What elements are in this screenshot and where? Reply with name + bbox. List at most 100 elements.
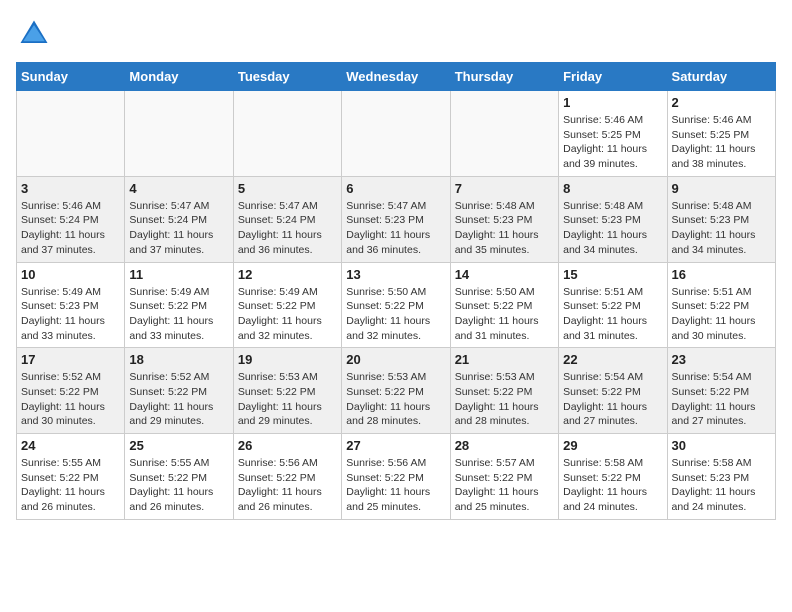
day-info: Sunrise: 5:51 AM Sunset: 5:22 PM Dayligh… [563, 285, 662, 344]
day-number: 17 [21, 352, 120, 367]
day-number: 23 [672, 352, 771, 367]
day-info: Sunrise: 5:47 AM Sunset: 5:24 PM Dayligh… [238, 199, 337, 258]
calendar-cell: 9Sunrise: 5:48 AM Sunset: 5:23 PM Daylig… [667, 176, 775, 262]
day-info: Sunrise: 5:57 AM Sunset: 5:22 PM Dayligh… [455, 456, 554, 515]
day-info: Sunrise: 5:48 AM Sunset: 5:23 PM Dayligh… [455, 199, 554, 258]
day-info: Sunrise: 5:53 AM Sunset: 5:22 PM Dayligh… [238, 370, 337, 429]
day-info: Sunrise: 5:50 AM Sunset: 5:22 PM Dayligh… [346, 285, 445, 344]
calendar-cell [342, 91, 450, 177]
calendar-cell: 10 Sunrise: 5:49 AM Sunset: 5:23 PM Dayli… [17, 262, 125, 348]
calendar-cell [233, 91, 341, 177]
day-info: Sunrise: 5:49 AM Sunset: 5:23 PM Dayligh… [21, 285, 120, 344]
day-info: Sunrise: 5:47 AM Sunset: 5:23 PM Dayligh… [346, 199, 445, 258]
day-info: Sunrise: 5:48 AM Sunset: 5:23 PM Dayligh… [563, 199, 662, 258]
calendar-cell: 15Sunrise: 5:51 AM Sunset: 5:22 PM Dayli… [559, 262, 667, 348]
weekday-header-tuesday: Tuesday [233, 63, 341, 91]
day-info: Sunrise: 5:55 AM Sunset: 5:22 PM Dayligh… [21, 456, 120, 515]
day-number: 19 [238, 352, 337, 367]
day-info: Sunrise: 5:49 AM Sunset: 5:22 PM Dayligh… [238, 285, 337, 344]
day-info: Sunrise: 5:46 AM Sunset: 5:25 PM Dayligh… [563, 113, 662, 172]
day-number: 5 [238, 181, 337, 196]
day-info: Sunrise: 5:53 AM Sunset: 5:22 PM Dayligh… [346, 370, 445, 429]
day-number: 27 [346, 438, 445, 453]
calendar-cell: 3 Sunrise: 5:46 AM Sunset: 5:24 PM Daylig… [17, 176, 125, 262]
day-info: Sunrise: 5:58 AM Sunset: 5:22 PM Dayligh… [563, 456, 662, 515]
day-info: Sunrise: 5:47 AM Sunset: 5:24 PM Dayligh… [129, 199, 228, 258]
day-number: 20 [346, 352, 445, 367]
day-number: 7 [455, 181, 554, 196]
calendar-cell: 5 Sunrise: 5:47 AM Sunset: 5:24 PM Daylig… [233, 176, 341, 262]
weekday-header-wednesday: Wednesday [342, 63, 450, 91]
day-info: Sunrise: 5:54 AM Sunset: 5:22 PM Dayligh… [672, 370, 771, 429]
calendar-cell: 25Sunrise: 5:55 AM Sunset: 5:22 PM Dayli… [125, 434, 233, 520]
header [16, 16, 776, 52]
day-number: 30 [672, 438, 771, 453]
calendar-cell: 27Sunrise: 5:56 AM Sunset: 5:22 PM Dayli… [342, 434, 450, 520]
day-number: 24 [21, 438, 120, 453]
calendar-cell: 1 Sunrise: 5:46 AM Sunset: 5:25 PM Daylig… [559, 91, 667, 177]
day-number: 4 [129, 181, 228, 196]
calendar-cell: 23 Sunrise: 5:54 AM Sunset: 5:22 PM Dayli… [667, 348, 775, 434]
calendar-cell: 14 Sunrise: 5:50 AM Sunset: 5:22 PM Dayli… [450, 262, 558, 348]
week-row-5: 24 Sunrise: 5:55 AM Sunset: 5:22 PM Dayli… [17, 434, 776, 520]
calendar-cell [450, 91, 558, 177]
day-info: Sunrise: 5:52 AM Sunset: 5:22 PM Dayligh… [129, 370, 228, 429]
day-number: 6 [346, 181, 445, 196]
day-info: Sunrise: 5:54 AM Sunset: 5:22 PM Dayligh… [563, 370, 662, 429]
day-number: 1 [563, 95, 662, 110]
day-number: 16 [672, 267, 771, 282]
day-info: Sunrise: 5:51 AM Sunset: 5:22 PM Dayligh… [672, 285, 771, 344]
day-info: Sunrise: 5:58 AM Sunset: 5:23 PM Dayligh… [672, 456, 771, 515]
day-info: Sunrise: 5:49 AM Sunset: 5:22 PM Dayligh… [129, 285, 228, 344]
week-row-3: 10 Sunrise: 5:49 AM Sunset: 5:23 PM Dayli… [17, 262, 776, 348]
calendar-cell: 18 Sunrise: 5:52 AM Sunset: 5:22 PM Dayli… [125, 348, 233, 434]
calendar-cell: 11 Sunrise: 5:49 AM Sunset: 5:22 PM Dayli… [125, 262, 233, 348]
day-number: 12 [238, 267, 337, 282]
day-info: Sunrise: 5:46 AM Sunset: 5:25 PM Dayligh… [672, 113, 771, 172]
calendar-cell: 16 Sunrise: 5:51 AM Sunset: 5:22 PM Dayli… [667, 262, 775, 348]
calendar-cell: 21 Sunrise: 5:53 AM Sunset: 5:22 PM Dayli… [450, 348, 558, 434]
day-number: 10 [21, 267, 120, 282]
day-number: 8 [563, 181, 662, 196]
day-number: 3 [21, 181, 120, 196]
calendar-cell: 4 Sunrise: 5:47 AM Sunset: 5:24 PM Daylig… [125, 176, 233, 262]
day-info: Sunrise: 5:50 AM Sunset: 5:22 PM Dayligh… [455, 285, 554, 344]
calendar-cell: 8 Sunrise: 5:48 AM Sunset: 5:23 PM Daylig… [559, 176, 667, 262]
weekday-header-friday: Friday [559, 63, 667, 91]
week-row-2: 3 Sunrise: 5:46 AM Sunset: 5:24 PM Daylig… [17, 176, 776, 262]
day-number: 25 [129, 438, 228, 453]
calendar-cell: 19 Sunrise: 5:53 AM Sunset: 5:22 PM Dayli… [233, 348, 341, 434]
day-info: Sunrise: 5:46 AM Sunset: 5:24 PM Dayligh… [21, 199, 120, 258]
day-number: 13 [346, 267, 445, 282]
weekday-header-thursday: Thursday [450, 63, 558, 91]
calendar: SundayMondayTuesdayWednesdayThursdayFrid… [16, 62, 776, 520]
day-info: Sunrise: 5:52 AM Sunset: 5:22 PM Dayligh… [21, 370, 120, 429]
day-number: 11 [129, 267, 228, 282]
day-number: 28 [455, 438, 554, 453]
logo [16, 16, 58, 52]
calendar-cell: 22 Sunrise: 5:54 AM Sunset: 5:22 PM Dayli… [559, 348, 667, 434]
logo-icon [16, 16, 52, 52]
day-number: 21 [455, 352, 554, 367]
calendar-cell: 26Sunrise: 5:56 AM Sunset: 5:22 PM Dayli… [233, 434, 341, 520]
calendar-cell [125, 91, 233, 177]
weekday-header-saturday: Saturday [667, 63, 775, 91]
calendar-cell: 29 Sunrise: 5:58 AM Sunset: 5:22 PM Dayli… [559, 434, 667, 520]
day-info: Sunrise: 5:56 AM Sunset: 5:22 PM Dayligh… [238, 456, 337, 515]
calendar-cell: 28 Sunrise: 5:57 AM Sunset: 5:22 PM Dayli… [450, 434, 558, 520]
weekday-header-row: SundayMondayTuesdayWednesdayThursdayFrid… [17, 63, 776, 91]
calendar-cell: 2Sunrise: 5:46 AM Sunset: 5:25 PM Daylig… [667, 91, 775, 177]
calendar-cell: 13 Sunrise: 5:50 AM Sunset: 5:22 PM Dayli… [342, 262, 450, 348]
calendar-cell: 12 Sunrise: 5:49 AM Sunset: 5:22 PM Dayli… [233, 262, 341, 348]
day-number: 14 [455, 267, 554, 282]
day-number: 22 [563, 352, 662, 367]
weekday-header-sunday: Sunday [17, 63, 125, 91]
day-number: 29 [563, 438, 662, 453]
calendar-cell: 20 Sunrise: 5:53 AM Sunset: 5:22 PM Dayli… [342, 348, 450, 434]
day-number: 18 [129, 352, 228, 367]
day-info: Sunrise: 5:48 AM Sunset: 5:23 PM Dayligh… [672, 199, 771, 258]
weekday-header-monday: Monday [125, 63, 233, 91]
calendar-cell: 30 Sunrise: 5:58 AM Sunset: 5:23 PM Dayli… [667, 434, 775, 520]
day-info: Sunrise: 5:53 AM Sunset: 5:22 PM Dayligh… [455, 370, 554, 429]
calendar-cell: 7 Sunrise: 5:48 AM Sunset: 5:23 PM Daylig… [450, 176, 558, 262]
